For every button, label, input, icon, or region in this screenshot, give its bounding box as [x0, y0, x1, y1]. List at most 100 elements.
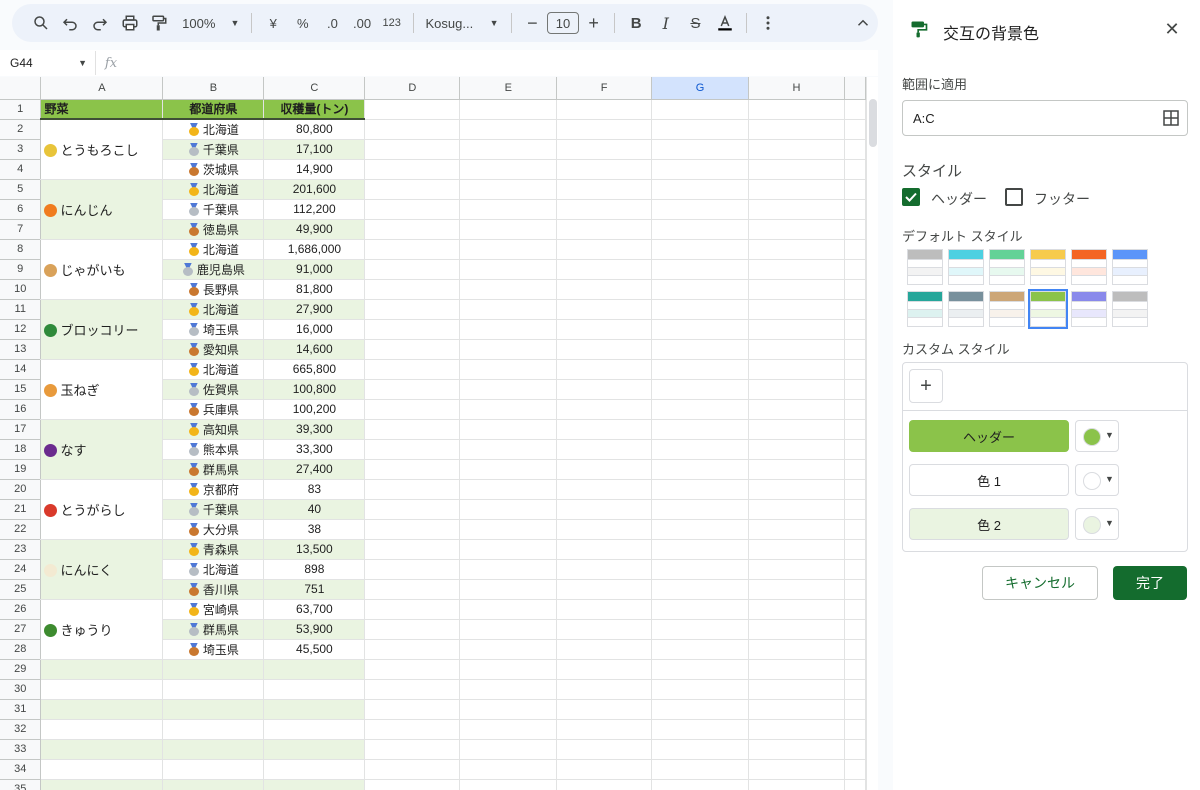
cell[interactable]: [651, 199, 750, 220]
row-header[interactable]: 7: [0, 219, 42, 240]
cell[interactable]: [844, 179, 866, 200]
cell[interactable]: [651, 599, 750, 620]
cell[interactable]: [748, 319, 845, 340]
header-checkbox[interactable]: [902, 188, 920, 206]
amount-cell[interactable]: 14,900: [263, 159, 366, 180]
cell[interactable]: [844, 539, 866, 560]
row-header[interactable]: 8: [0, 239, 42, 260]
row-header[interactable]: 16: [0, 399, 42, 420]
cell[interactable]: [459, 119, 558, 140]
paint-format-icon[interactable]: [145, 9, 175, 37]
amount-cell[interactable]: 112,200: [263, 199, 366, 220]
cell[interactable]: [844, 759, 866, 780]
vegetable-cell[interactable]: 玉ねぎ: [40, 359, 164, 420]
prefecture-cell[interactable]: 愛知県: [162, 339, 265, 360]
cell[interactable]: [459, 279, 558, 300]
row-header[interactable]: 31: [0, 699, 42, 720]
cell[interactable]: [459, 419, 558, 440]
cell[interactable]: [748, 779, 845, 790]
vegetable-cell[interactable]: にんじん: [40, 179, 164, 240]
row-header[interactable]: 28: [0, 639, 42, 660]
vegetable-cell[interactable]: じゃがいも: [40, 239, 164, 300]
cell[interactable]: [459, 639, 558, 660]
vegetable-cell[interactable]: とうもろこし: [40, 119, 164, 180]
column-header-a[interactable]: A: [40, 77, 164, 100]
cell[interactable]: [556, 159, 653, 180]
cell[interactable]: [556, 479, 653, 500]
prefecture-cell[interactable]: 京都府: [162, 479, 265, 500]
prefecture-cell[interactable]: 大分県: [162, 519, 265, 540]
cell[interactable]: [844, 99, 866, 120]
cell[interactable]: [748, 659, 845, 680]
cell[interactable]: [748, 459, 845, 480]
row-header[interactable]: 18: [0, 439, 42, 460]
cell[interactable]: [556, 399, 653, 420]
cell[interactable]: [651, 279, 750, 300]
cell[interactable]: [556, 259, 653, 280]
cell[interactable]: [459, 319, 558, 340]
amount-cell[interactable]: 53,900: [263, 619, 366, 640]
cell[interactable]: [748, 699, 845, 720]
cell[interactable]: [162, 699, 265, 720]
cell[interactable]: [556, 139, 653, 160]
cell[interactable]: [651, 719, 750, 740]
cell[interactable]: [651, 519, 750, 540]
cell[interactable]: [748, 719, 845, 740]
cell[interactable]: [844, 779, 866, 790]
cell[interactable]: [651, 439, 750, 460]
color-picker-button[interactable]: ▼: [1075, 508, 1119, 540]
text-color-icon[interactable]: [710, 9, 740, 37]
cell[interactable]: [556, 319, 653, 340]
cell[interactable]: [556, 339, 653, 360]
cell[interactable]: [556, 219, 653, 240]
cell[interactable]: [40, 719, 164, 740]
cell[interactable]: [364, 339, 461, 360]
vertical-scrollbar[interactable]: [866, 77, 878, 790]
cell[interactable]: [556, 439, 653, 460]
cell[interactable]: [748, 579, 845, 600]
cell[interactable]: [364, 599, 461, 620]
cell[interactable]: [748, 439, 845, 460]
cell[interactable]: [459, 439, 558, 460]
amount-cell[interactable]: 17,100: [263, 139, 366, 160]
prefecture-cell[interactable]: 北海道: [162, 119, 265, 140]
sheet-grid[interactable]: A B C D E F G H 1 野菜 都道府県 収穫量(トン) 2 とうもろこし 北海道 80,800 3 千…: [0, 77, 866, 790]
strikethrough-icon[interactable]: S: [681, 9, 711, 37]
cell[interactable]: [263, 739, 366, 760]
cell[interactable]: [844, 139, 866, 160]
cell[interactable]: [40, 739, 164, 760]
cell[interactable]: [459, 599, 558, 620]
cell[interactable]: [651, 339, 750, 360]
cell[interactable]: [844, 579, 866, 600]
collapse-toolbar-icon[interactable]: [849, 9, 879, 37]
amount-cell[interactable]: 49,900: [263, 219, 366, 240]
cell[interactable]: [844, 359, 866, 380]
cell[interactable]: [556, 459, 653, 480]
cell[interactable]: [364, 479, 461, 500]
cell[interactable]: [556, 379, 653, 400]
cell[interactable]: [651, 479, 750, 500]
cell[interactable]: [459, 719, 558, 740]
cell[interactable]: [844, 119, 866, 140]
cell[interactable]: [556, 599, 653, 620]
cell[interactable]: [364, 439, 461, 460]
style-swatch[interactable]: [907, 291, 943, 327]
amount-cell[interactable]: 63,700: [263, 599, 366, 620]
cell[interactable]: [364, 619, 461, 640]
row-header[interactable]: 35: [0, 779, 42, 790]
prefecture-cell[interactable]: 宮崎県: [162, 599, 265, 620]
redo-icon[interactable]: [85, 9, 115, 37]
cell[interactable]: [748, 679, 845, 700]
cell[interactable]: [162, 679, 265, 700]
currency-format-button[interactable]: ¥: [258, 9, 288, 37]
cell[interactable]: [748, 639, 845, 660]
cell[interactable]: [364, 99, 461, 120]
done-button[interactable]: 完了: [1113, 566, 1187, 600]
vegetable-cell[interactable]: きゅうり: [40, 599, 164, 660]
cell[interactable]: [263, 779, 366, 790]
prefecture-cell[interactable]: 群馬県: [162, 459, 265, 480]
cell[interactable]: [651, 379, 750, 400]
cell[interactable]: [556, 239, 653, 260]
cell[interactable]: [748, 99, 845, 120]
cell[interactable]: [364, 159, 461, 180]
